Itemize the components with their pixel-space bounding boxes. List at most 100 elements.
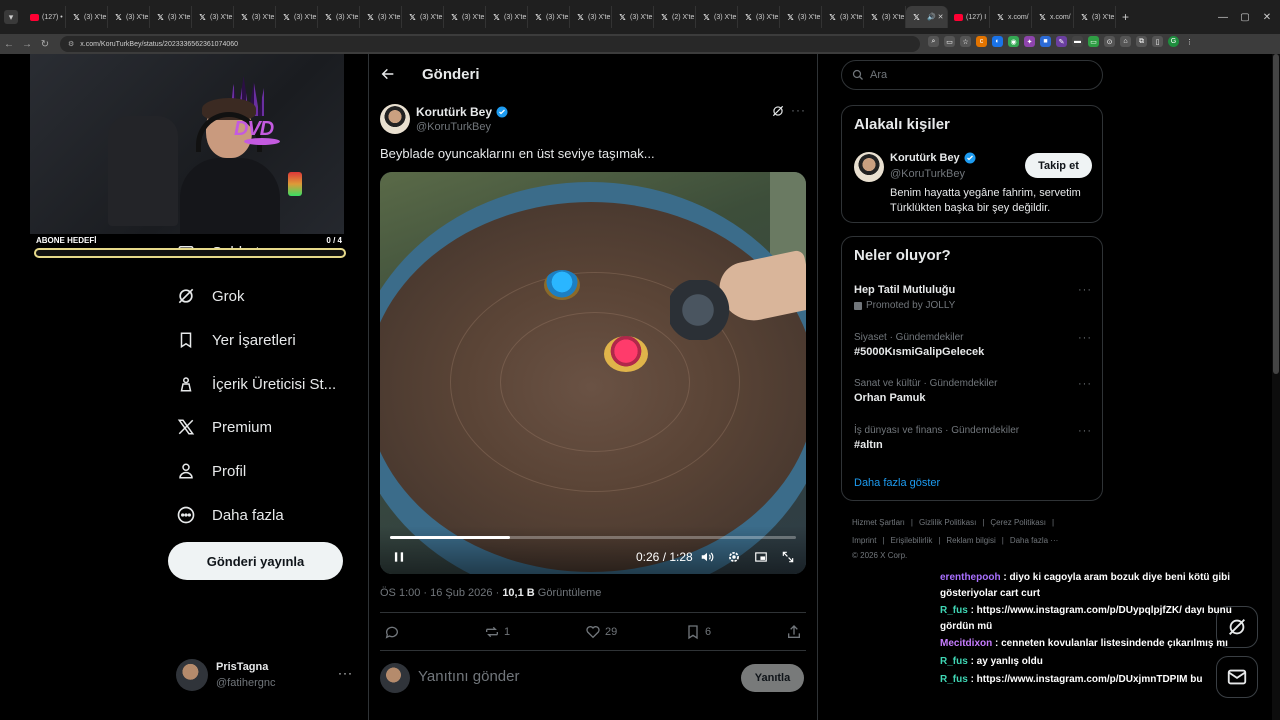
extension-icon[interactable]: ◐ — [992, 36, 1003, 47]
nav-item-grok[interactable]: Grok — [176, 284, 245, 308]
browser-tab[interactable]: 𝕏 (3) X'te — [822, 6, 864, 28]
close-window-button[interactable]: ✕ — [1256, 0, 1278, 34]
trend-item[interactable]: Sanat ve kültür · Gündemdekiler Orhan Pa… — [854, 378, 1094, 404]
extension-icon[interactable]: ✎ — [1056, 36, 1067, 47]
browser-tab[interactable]: 𝕏 (3) X'te — [192, 6, 234, 28]
browser-tab[interactable]: 𝕏 (3) X'te — [234, 6, 276, 28]
footer-link[interactable]: Çerez Politikası — [990, 518, 1046, 527]
reload-icon[interactable]: ↻ — [36, 39, 54, 50]
pause-icon[interactable] — [392, 550, 406, 564]
footer-link[interactable]: Daha fazla ··· — [1010, 536, 1058, 545]
browser-tab[interactable]: 𝕏 (3) X'te — [864, 6, 906, 28]
extensions-puzzle-icon[interactable]: ⧉ — [1136, 36, 1147, 47]
star-icon[interactable]: ☆ — [960, 36, 971, 47]
reply-action[interactable] — [384, 624, 404, 640]
footer-link[interactable]: Hizmet Şartları — [852, 518, 905, 527]
maximize-button[interactable]: ▢ — [1234, 0, 1256, 34]
search-input[interactable]: Ara — [841, 60, 1103, 90]
fullscreen-icon[interactable] — [781, 550, 795, 564]
browser-tab[interactable]: 𝕏 (3) X'te — [486, 6, 528, 28]
zoom-icon[interactable]: ⌕ — [928, 36, 939, 47]
more-icon[interactable]: ··· — [338, 666, 353, 680]
footer-link[interactable]: Imprint — [852, 536, 876, 545]
browser-tab[interactable]: 𝕏 (3) X'te — [738, 6, 780, 28]
follow-button[interactable]: Takip et — [1025, 153, 1092, 178]
trend-more-icon[interactable]: ··· — [1078, 284, 1092, 296]
browser-tab[interactable]: 𝕏 (3) X'te — [276, 6, 318, 28]
sidebar-icon[interactable]: ▯ — [1152, 36, 1163, 47]
trend-item[interactable]: İş dünyası ve finans · Gündemdekiler #al… — [854, 425, 1094, 451]
nav-item-profile[interactable]: Profil — [176, 459, 246, 483]
trend-more-icon[interactable]: ··· — [1078, 425, 1092, 437]
author-avatar[interactable] — [380, 104, 410, 134]
browser-tab[interactable]: 𝕏x.com/ — [1032, 6, 1074, 28]
forward-icon[interactable]: → — [18, 39, 36, 50]
site-info-icon[interactable]: ⚙ — [68, 40, 74, 48]
author-handle[interactable]: @KoruTurkBey — [416, 121, 491, 133]
nav-item-bookmarks[interactable]: Yer İşaretleri — [176, 328, 296, 352]
footer-link[interactable]: Gizlilik Politikası — [919, 518, 976, 527]
minimize-button[interactable]: — — [1212, 0, 1234, 34]
browser-tab[interactable]: 𝕏 (3) X'te — [402, 6, 444, 28]
menu-icon[interactable]: ⋮ — [1184, 36, 1195, 47]
related-handle[interactable]: @KoruTurkBey — [890, 168, 965, 180]
trend-item[interactable]: Siyaset · Gündemdekiler #5000KısmiGalipG… — [854, 332, 1094, 358]
tab-close-icon[interactable]: 🔊 ✕ — [927, 13, 944, 21]
browser-tab[interactable]: 𝕏 (3) X'te — [318, 6, 360, 28]
trend-more-icon[interactable]: ··· — [1078, 332, 1092, 344]
back-icon[interactable]: ← — [0, 39, 18, 50]
reply-button[interactable]: Yanıtla — [741, 664, 804, 692]
extension-icon[interactable]: c — [976, 36, 987, 47]
footer-link[interactable]: Reklam bilgisi — [946, 536, 995, 545]
extension-icon[interactable]: ▬ — [1072, 36, 1083, 47]
browser-tab[interactable]: 𝕏 (3) X'te — [612, 6, 654, 28]
browser-tab[interactable]: 𝕏 (3) X'te — [780, 6, 822, 28]
footer-link[interactable]: Erişilebilirlik — [891, 536, 933, 545]
settings-gear-icon[interactable] — [727, 550, 741, 564]
author-name[interactable]: Korutürk Bey — [416, 105, 508, 119]
extension-icon[interactable]: ⌂ — [1120, 36, 1131, 47]
back-arrow-icon[interactable] — [380, 66, 396, 82]
browser-tab[interactable]: 𝕏 (3) X'te — [528, 6, 570, 28]
browser-tab[interactable]: (127) • — [24, 6, 66, 28]
post-button[interactable]: Gönderi yayınla — [168, 542, 343, 580]
extension-icon[interactable]: ▭ — [1088, 36, 1099, 47]
trend-more-icon[interactable]: ··· — [1078, 378, 1092, 390]
extension-icon[interactable]: ■ — [1040, 36, 1051, 47]
post-more-icon[interactable]: ··· — [791, 103, 806, 117]
new-tab-button[interactable]: + — [1122, 10, 1129, 24]
browser-tab[interactable]: 𝕏 (3) X'te — [444, 6, 486, 28]
browser-tab[interactable]: 𝕏 🔊 ✕ — [906, 6, 948, 28]
grok-icon[interactable] — [771, 104, 785, 118]
nav-item-creator-studio[interactable]: İçerik Üreticisi St... — [176, 372, 336, 396]
post-timestamp[interactable]: ÖS 1:00 · 16 Şub 2026 · — [380, 587, 502, 599]
browser-tab[interactable]: 𝕏 (3) X'te — [108, 6, 150, 28]
browser-tab[interactable]: 𝕏 (3) X'te — [66, 6, 108, 28]
browser-tab[interactable]: 𝕏 (2) X'te — [654, 6, 696, 28]
browser-tab[interactable]: 𝕏 (3) X'te — [1074, 6, 1116, 28]
show-more-link[interactable]: Daha fazla göster — [854, 477, 940, 489]
related-name[interactable]: Korutürk Bey — [890, 152, 976, 164]
repost-action[interactable]: 1 — [484, 624, 510, 640]
browser-tab[interactable]: 𝕏x.com/ — [990, 6, 1032, 28]
url-field[interactable]: ⚙ x.com/KoruTurkBey/status/2023336562361… — [60, 36, 920, 52]
video-player[interactable]: 0:26 / 1:28 — [380, 172, 806, 574]
profile-icon[interactable]: G — [1168, 36, 1179, 47]
browser-tab[interactable]: 𝕏 (3) X'te — [150, 6, 192, 28]
browser-tab[interactable]: (127) I — [948, 6, 990, 28]
related-avatar[interactable] — [854, 152, 884, 182]
browser-tab[interactable]: 𝕏 (3) X'te — [360, 6, 402, 28]
browser-tab[interactable]: 𝕏 (3) X'te — [570, 6, 612, 28]
extension-icon[interactable]: ⊙ — [1104, 36, 1115, 47]
video-progress-bar[interactable] — [390, 536, 796, 539]
like-action[interactable]: 29 — [585, 624, 617, 640]
picture-in-picture-icon[interactable] — [754, 550, 768, 564]
share-action[interactable] — [786, 624, 802, 640]
scrollbar[interactable] — [1272, 54, 1280, 720]
nav-item-more[interactable]: Daha fazla — [176, 503, 284, 527]
account-switcher[interactable]: PrisTagna @fatihergnc ··· — [176, 658, 352, 694]
tab-search-button[interactable]: ▾ — [4, 10, 18, 24]
bookmark-action[interactable]: 6 — [685, 624, 711, 640]
cast-icon[interactable]: ▭ — [944, 36, 955, 47]
trend-item[interactable]: Hep Tatil Mutluluğu Promoted by JOLLY ··… — [854, 284, 1094, 311]
